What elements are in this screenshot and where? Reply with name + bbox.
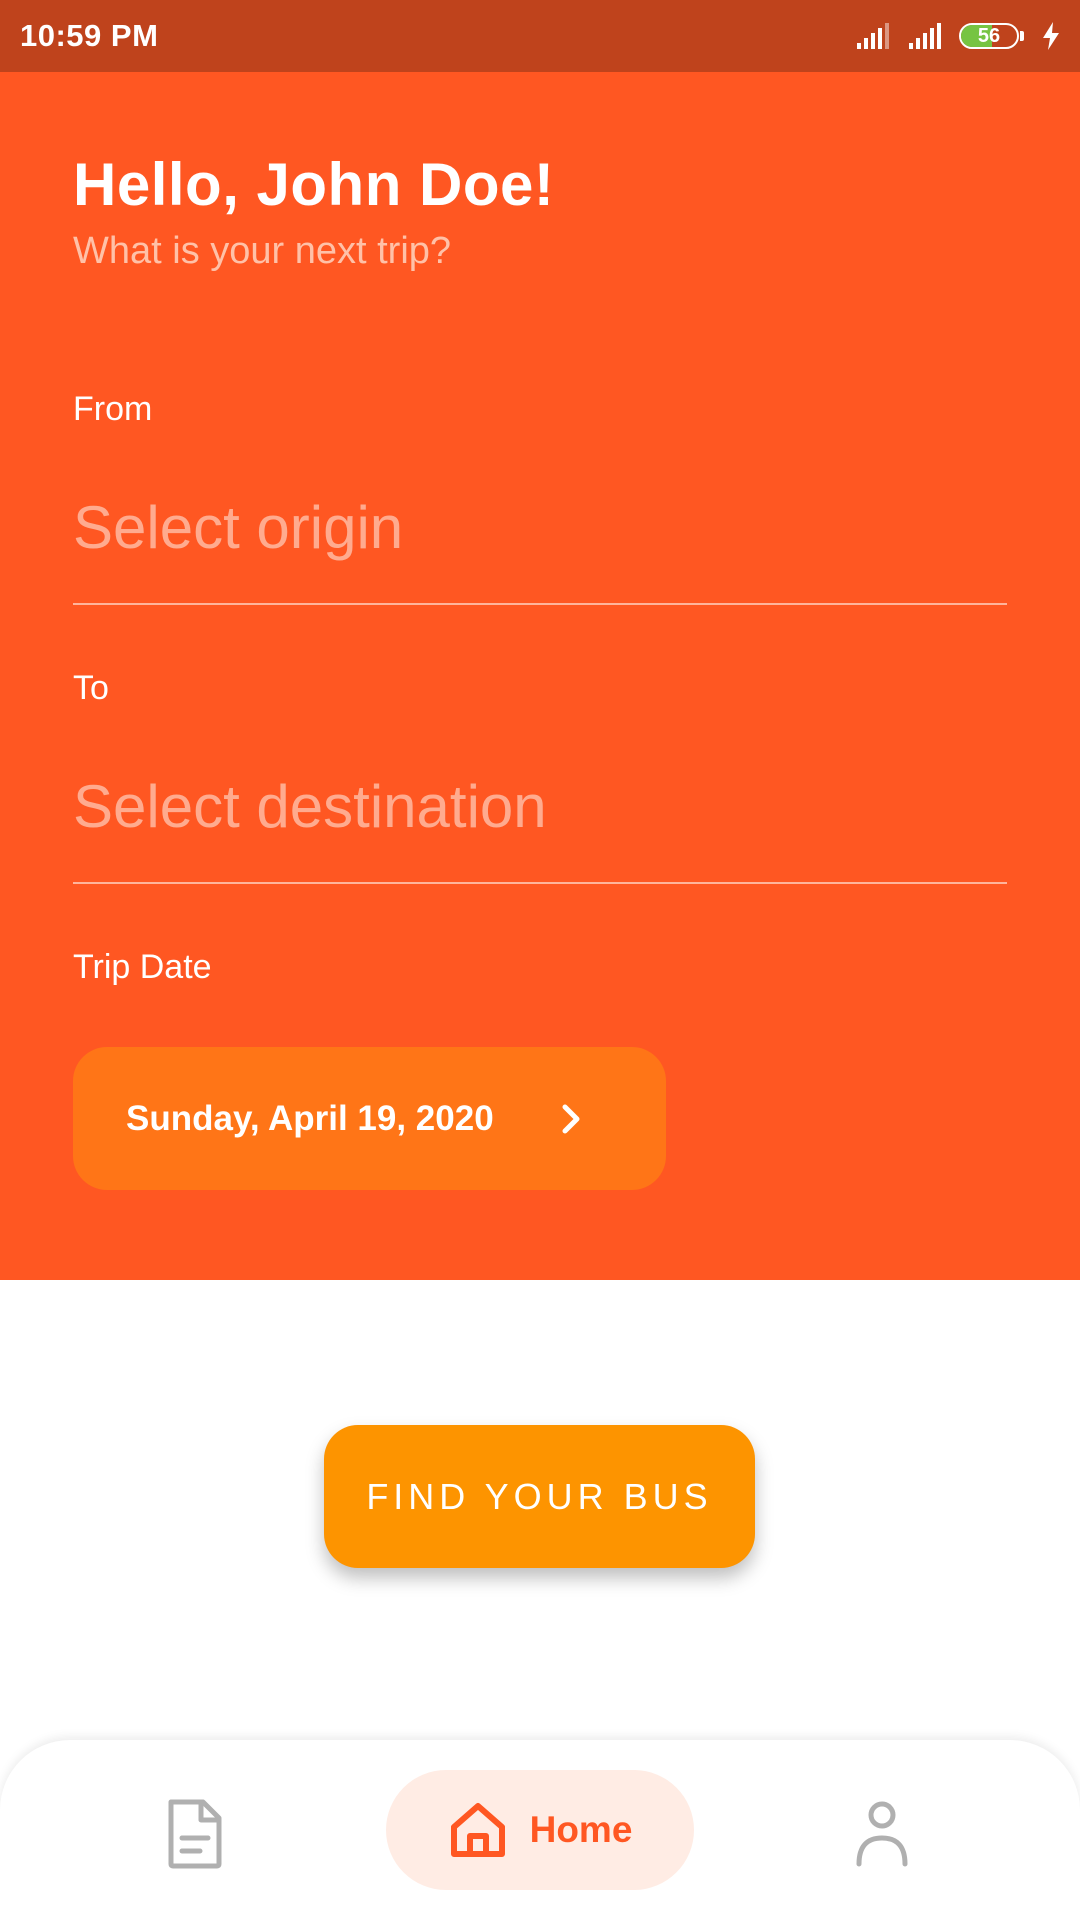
battery-body: 56 xyxy=(959,23,1019,49)
person-icon[interactable] xyxy=(855,1798,909,1868)
nav-home-label: Home xyxy=(529,1809,633,1850)
from-label: From xyxy=(73,390,153,428)
battery-icon: 56 xyxy=(959,21,1024,51)
destination-underline xyxy=(73,882,1007,884)
chevron-right-icon xyxy=(562,1104,580,1133)
origin-underline xyxy=(73,603,1007,605)
signal-icon xyxy=(857,23,889,49)
nav-home-tab[interactable]: Home xyxy=(386,1770,694,1890)
document-icon[interactable] xyxy=(165,1798,225,1870)
battery-level: 56 xyxy=(977,24,1001,47)
charging-icon xyxy=(1043,22,1059,50)
trip-date-value: Sunday, April 19, 2020 xyxy=(126,1098,494,1138)
greeting-subtitle: What is your next trip? xyxy=(73,230,452,272)
find-your-bus-button[interactable]: FIND YOUR BUS xyxy=(324,1425,755,1568)
to-label: To xyxy=(73,669,109,707)
trip-date-label: Trip Date xyxy=(73,948,212,986)
trip-search-header: Hello, John Doe! What is your next trip?… xyxy=(0,72,1080,1280)
status-bar: 10:59 PM 56 xyxy=(0,0,1080,72)
status-time: 10:59 PM xyxy=(20,18,159,53)
bottom-navigation: Home xyxy=(0,1740,1080,1920)
battery-tip xyxy=(1020,31,1024,41)
signal-icon xyxy=(909,23,941,49)
status-icons: 56 xyxy=(855,21,1062,51)
trip-date-button[interactable]: Sunday, April 19, 2020 xyxy=(73,1047,666,1190)
origin-input[interactable] xyxy=(73,482,1007,572)
greeting-title: Hello, John Doe! xyxy=(73,151,555,218)
destination-input[interactable] xyxy=(73,761,1007,851)
home-icon xyxy=(450,1803,505,1857)
